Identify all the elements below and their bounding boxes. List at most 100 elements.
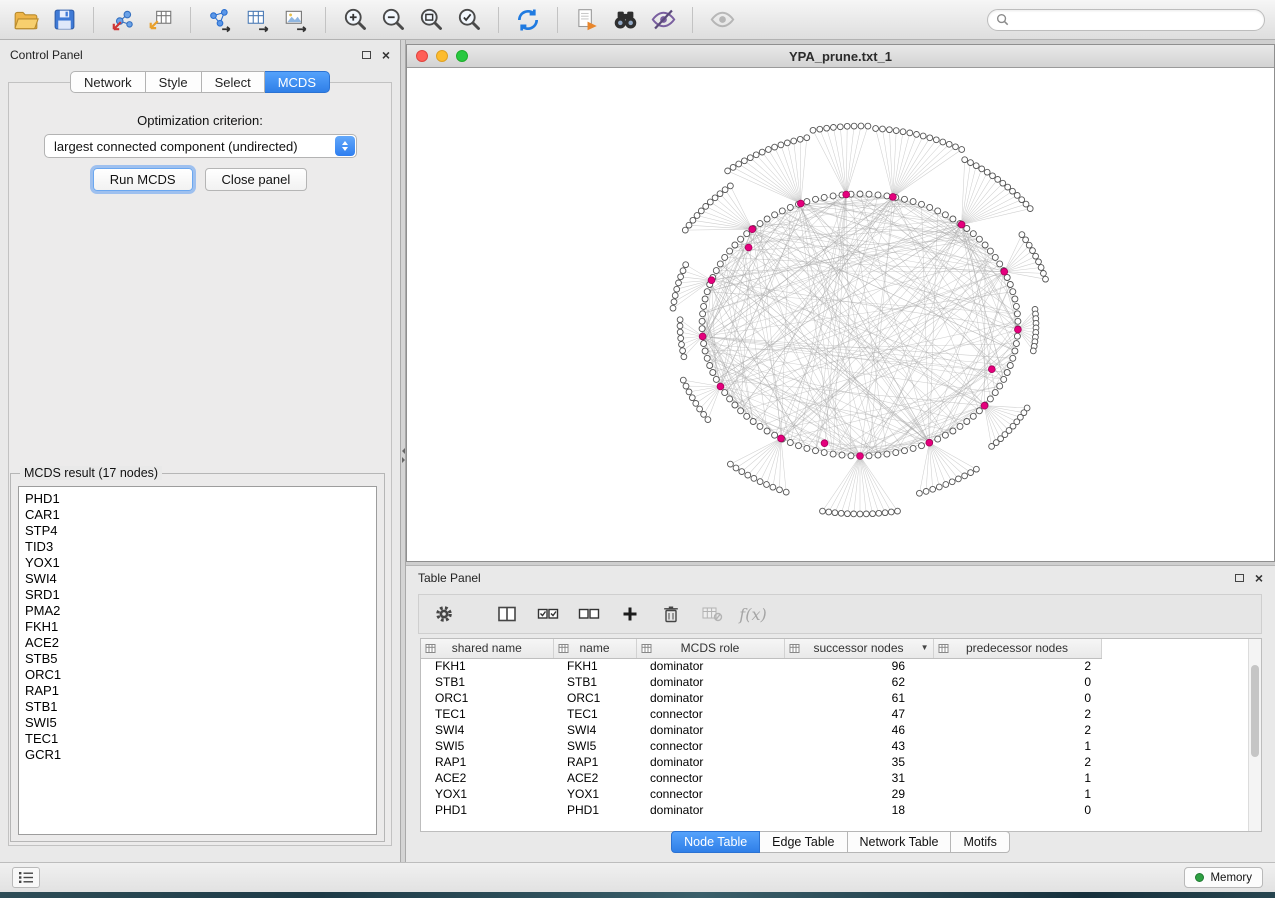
network-node[interactable] [946, 141, 952, 147]
network-node[interactable] [1005, 184, 1011, 190]
network-node[interactable] [979, 166, 985, 172]
mcds-result-item[interactable]: FKH1 [19, 619, 376, 635]
network-node[interactable] [953, 144, 959, 150]
dominator-node[interactable] [821, 440, 828, 447]
tab-node-table[interactable]: Node Table [671, 831, 760, 853]
network-node[interactable] [772, 212, 778, 218]
network-node[interactable] [882, 510, 888, 516]
network-node[interactable] [766, 147, 772, 153]
network-node[interactable] [770, 484, 776, 490]
network-node[interactable] [680, 377, 686, 383]
network-node[interactable] [936, 484, 942, 490]
network-node[interactable] [784, 140, 790, 146]
network-node[interactable] [942, 432, 948, 438]
network-node[interactable] [804, 445, 810, 451]
duplicate-network-button[interactable] [571, 4, 603, 36]
table-cell[interactable]: SWI5 [553, 738, 636, 754]
network-node[interactable] [910, 199, 916, 205]
table-cell[interactable]: 61 [784, 690, 933, 706]
network-node[interactable] [970, 413, 976, 419]
network-node[interactable] [848, 453, 854, 459]
network-node[interactable] [821, 450, 827, 456]
table-cell[interactable]: 43 [784, 738, 933, 754]
network-node[interactable] [757, 221, 763, 227]
network-node[interactable] [783, 489, 789, 495]
network-node[interactable] [866, 191, 872, 197]
tab-edge-table[interactable]: Edge Table [760, 831, 847, 853]
table-scrollbar-thumb[interactable] [1251, 665, 1259, 757]
table-cell[interactable]: STB1 [421, 674, 553, 690]
network-node[interactable] [962, 473, 968, 479]
network-node[interactable] [728, 461, 734, 467]
table-cell[interactable]: TEC1 [421, 706, 553, 722]
network-node[interactable] [678, 274, 684, 280]
close-table-panel-icon[interactable]: × [1255, 573, 1263, 583]
network-node[interactable] [1030, 248, 1036, 254]
network-node[interactable] [777, 487, 783, 493]
column-header-name[interactable]: name [553, 639, 636, 658]
float-table-panel-icon[interactable] [1235, 574, 1244, 582]
zoom-in-button[interactable] [339, 4, 371, 36]
table-row[interactable]: FKH1FKH1dominator962 [421, 658, 1248, 674]
dominator-node[interactable] [843, 191, 850, 198]
network-node[interactable] [686, 222, 692, 228]
search-box[interactable] [987, 9, 1265, 31]
table-cell[interactable]: 2 [933, 706, 1101, 722]
network-node[interactable] [984, 169, 990, 175]
network-node[interactable] [738, 408, 744, 414]
network-node[interactable] [884, 193, 890, 199]
show-task-history-button[interactable] [12, 867, 40, 888]
network-node[interactable] [717, 261, 723, 267]
mcds-result-item[interactable]: ORC1 [19, 667, 376, 683]
table-cell[interactable]: TEC1 [553, 706, 636, 722]
table-cell[interactable]: 47 [784, 706, 933, 722]
show-all-button[interactable] [706, 4, 738, 36]
network-node[interactable] [997, 383, 1003, 389]
network-node[interactable] [851, 123, 857, 129]
table-cell[interactable]: FKH1 [421, 658, 553, 674]
table-cell[interactable]: 46 [784, 722, 933, 738]
network-node[interactable] [705, 417, 711, 423]
close-panel-button[interactable]: Close panel [205, 168, 308, 191]
mcds-result-item[interactable]: GCR1 [19, 747, 376, 763]
table-cell[interactable]: 2 [933, 754, 1101, 770]
network-node[interactable] [1001, 376, 1007, 382]
network-node[interactable] [701, 341, 707, 347]
table-cell[interactable]: connector [636, 706, 784, 722]
network-node[interactable] [950, 216, 956, 222]
close-window-icon[interactable] [416, 50, 428, 62]
close-panel-icon[interactable]: × [382, 50, 390, 60]
mcds-result-item[interactable]: PMA2 [19, 603, 376, 619]
table-cell[interactable]: 2 [933, 722, 1101, 738]
network-node[interactable] [1007, 363, 1013, 369]
network-node[interactable] [751, 476, 757, 482]
table-cell[interactable]: dominator [636, 674, 784, 690]
network-node[interactable] [930, 486, 936, 492]
network-node[interactable] [738, 236, 744, 242]
network-node[interactable] [1012, 348, 1018, 354]
network-node[interactable] [677, 329, 683, 335]
network-node[interactable] [962, 157, 968, 163]
network-node[interactable] [943, 482, 949, 488]
dominator-node[interactable] [1001, 268, 1008, 275]
network-node[interactable] [987, 396, 993, 402]
table-row[interactable]: STB1STB1dominator620 [421, 674, 1248, 690]
network-node[interactable] [839, 452, 845, 458]
network-node[interactable] [989, 444, 995, 450]
network-node[interactable] [727, 248, 733, 254]
dominator-node[interactable] [745, 244, 752, 251]
network-node[interactable] [689, 395, 695, 401]
network-node[interactable] [728, 183, 734, 189]
table-cell[interactable]: connector [636, 770, 784, 786]
network-node[interactable] [1010, 289, 1016, 295]
table-cell[interactable]: SWI4 [421, 722, 553, 738]
network-node[interactable] [876, 510, 882, 516]
hide-selected-button[interactable] [647, 4, 679, 36]
export-network-button[interactable] [204, 4, 236, 36]
network-node[interactable] [757, 423, 763, 429]
network-node[interactable] [681, 354, 687, 360]
network-node[interactable] [676, 280, 682, 286]
network-node[interactable] [942, 212, 948, 218]
table-cell[interactable]: YOX1 [421, 786, 553, 802]
create-column-button[interactable] [617, 601, 643, 627]
